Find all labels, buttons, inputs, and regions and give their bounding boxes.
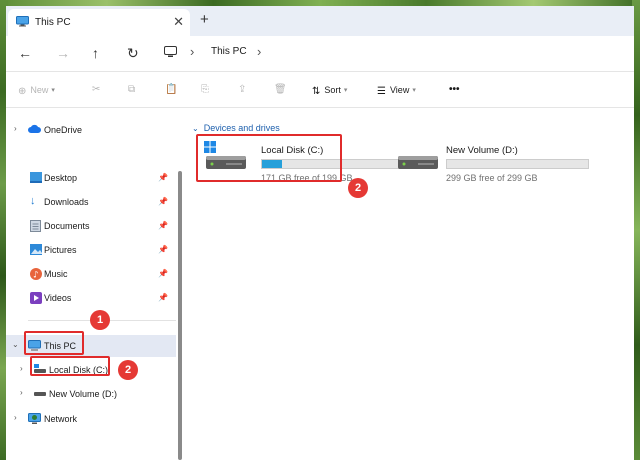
nav-item-label: Music — [44, 269, 68, 279]
up-arrow-icon[interactable]: ↑ — [92, 45, 99, 61]
nav-item-pictures[interactable]: Pictures 📌 — [6, 239, 176, 261]
plus-icon[interactable]: + — [200, 12, 209, 28]
tab-title: This PC — [35, 17, 71, 28]
monitor-icon[interactable] — [164, 46, 177, 60]
file-explorer-window: This PC ✕ + ← → ↑ ↻ › This PC › ⊕ New ▾ ✂ … — [6, 6, 634, 460]
sort-button[interactable]: ⇅ Sort ▾ — [312, 83, 347, 99]
back-arrow-icon[interactable]: ← — [18, 45, 32, 61]
nav-item-downloads[interactable]: ↓ Downloads 📌 — [6, 191, 176, 213]
pin-icon[interactable]: 📌 — [158, 173, 168, 182]
chevron-right-icon[interactable]: › — [20, 388, 23, 397]
nav-item-label: Network — [44, 414, 78, 424]
pin-icon[interactable]: 📌 — [158, 269, 168, 278]
more-options-button[interactable]: ••• — [449, 83, 460, 97]
forward-arrow-icon[interactable]: → — [56, 45, 70, 61]
cloud-icon — [28, 124, 41, 136]
videos-folder-icon — [30, 292, 42, 304]
drive-tile-d[interactable]: New Volume (D:) 299 GB free of 299 GB — [396, 139, 596, 183]
network-icon — [28, 413, 41, 425]
delete-icon[interactable]: 🗑 — [274, 83, 287, 97]
chevron-down-icon[interactable]: ⌄ — [12, 340, 19, 349]
cut-icon[interactable]: ✂ — [92, 83, 100, 97]
new-button[interactable]: ⊕ New ▾ — [18, 83, 55, 99]
svg-text:♪: ♪ — [33, 271, 39, 281]
annotation-badge: 1 — [90, 310, 110, 330]
plus-circle-icon: ⊕ — [18, 86, 27, 97]
chevron-down-icon: ▾ — [51, 87, 55, 94]
monitor-icon — [16, 16, 29, 29]
chevron-down-icon: ▾ — [343, 87, 348, 94]
breadcrumb-separator[interactable]: › — [190, 44, 194, 59]
share-icon[interactable]: ⇪ — [238, 83, 246, 97]
close-icon[interactable]: ✕ — [173, 15, 184, 29]
nav-item-label: Downloads — [44, 197, 89, 207]
nav-scrollbar[interactable] — [178, 171, 182, 460]
annotation-box-this-pc — [24, 331, 84, 355]
breadcrumb-separator[interactable]: › — [257, 44, 261, 59]
view-button[interactable]: ☰ View ▾ — [377, 83, 416, 99]
desktop-folder-icon — [30, 172, 42, 184]
nav-item-label: Pictures — [44, 245, 77, 255]
navigation-pane: › OneDrive Desktop 📌 ↓ Downloads 📌 Docum… — [6, 109, 184, 460]
address-bar: ← → ↑ ↻ › This PC › — [6, 36, 634, 72]
pictures-folder-icon — [30, 244, 42, 256]
nav-item-label: New Volume (D:) — [49, 389, 118, 399]
drive-icon — [396, 141, 442, 173]
nav-item-label: Desktop — [44, 173, 78, 183]
music-folder-icon: ♪ — [30, 268, 42, 281]
nav-item-videos[interactable]: Videos 📌 — [6, 287, 176, 309]
annotation-badge: 2 — [118, 360, 138, 380]
breadcrumb-this-pc[interactable]: This PC — [211, 46, 247, 57]
chevron-right-icon[interactable]: › — [14, 413, 17, 422]
pin-icon[interactable]: 📌 — [158, 245, 168, 254]
paste-icon[interactable]: 📋 — [165, 83, 177, 97]
tab-this-pc[interactable]: This PC ✕ — [8, 9, 190, 36]
downloads-folder-icon: ↓ — [30, 195, 36, 207]
rename-icon[interactable]: ⎘ — [201, 83, 209, 97]
nav-item-label: Videos — [44, 293, 72, 303]
nav-item-documents[interactable]: Documents 📌 — [6, 215, 176, 237]
chevron-down-icon[interactable]: ⌄ — [192, 124, 199, 133]
nav-item-network[interactable]: › Network — [6, 408, 176, 430]
view-list-icon: ☰ — [377, 86, 386, 97]
nav-item-desktop[interactable]: Desktop 📌 — [6, 167, 176, 189]
nav-item-label: OneDrive — [44, 125, 83, 135]
drive-free-space: 299 GB free of 299 GB — [446, 173, 538, 183]
pin-icon[interactable]: 📌 — [158, 293, 168, 302]
nav-item-label: Documents — [44, 221, 90, 231]
annotation-box-local-disk-nav — [30, 356, 110, 376]
drive-usage-bar — [446, 159, 589, 169]
group-header-devices[interactable]: ⌄ Devices and drives — [192, 123, 280, 133]
command-bar: ⊕ New ▾ ✂ ⧉ 📋 ⎘ ⇪ 🗑 ⇅ Sort ▾ ☰ View ▾ ••• — [6, 72, 634, 108]
tab-bar: This PC ✕ + — [6, 6, 634, 36]
drive-name: New Volume (D:) — [446, 145, 518, 156]
drive-icon — [34, 388, 46, 400]
nav-item-onedrive[interactable]: › OneDrive — [6, 119, 176, 141]
nav-item-new-volume[interactable]: › New Volume (D:) — [6, 383, 176, 405]
nav-item-music[interactable]: ♪ Music 📌 — [6, 263, 176, 285]
refresh-icon[interactable]: ↻ — [127, 45, 139, 61]
annotation-badge: 2 — [348, 178, 368, 198]
chevron-right-icon[interactable]: › — [20, 364, 23, 373]
annotation-box-local-disk-tile — [196, 134, 342, 182]
sort-icon: ⇅ — [312, 86, 321, 97]
pin-icon[interactable]: 📌 — [158, 197, 168, 206]
chevron-down-icon: ▾ — [412, 87, 416, 94]
copy-icon[interactable]: ⧉ — [128, 83, 135, 97]
documents-folder-icon — [30, 220, 42, 232]
pin-icon[interactable]: 📌 — [158, 221, 168, 230]
chevron-right-icon[interactable]: › — [14, 124, 17, 133]
group-header-label: Devices and drives — [203, 123, 280, 133]
